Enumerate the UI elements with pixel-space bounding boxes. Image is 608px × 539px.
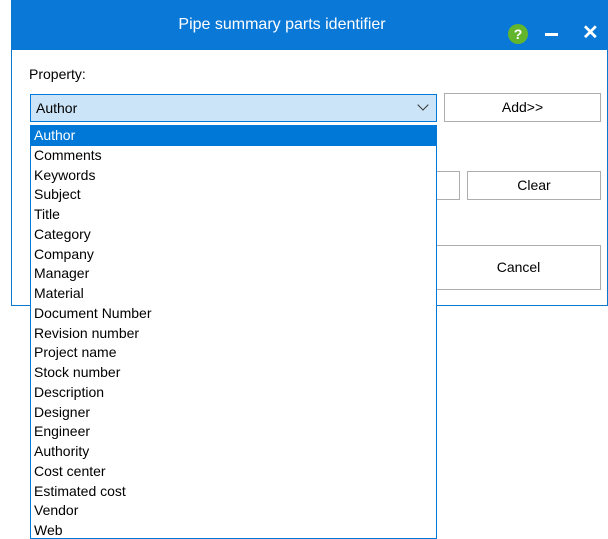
property-combobox[interactable]: Author — [30, 94, 437, 122]
dropdown-option-title[interactable]: Title — [31, 205, 436, 225]
property-dropdown-list[interactable]: Author Comments Keywords Subject Title Catego… — [30, 125, 437, 539]
dropdown-option-author[interactable]: Author — [31, 126, 436, 146]
close-icon[interactable]: ✕ — [582, 21, 599, 45]
dropdown-option-description[interactable]: Description — [31, 383, 436, 403]
dropdown-option-keywords[interactable]: Keywords — [31, 166, 436, 186]
clear-button[interactable]: Clear — [467, 171, 601, 200]
dropdown-option-company[interactable]: Company — [31, 245, 436, 265]
title-bar[interactable]: Pipe summary parts identifier ? ✕ — [12, 0, 608, 50]
dropdown-option-manager[interactable]: Manager — [31, 264, 436, 284]
dropdown-option-stock-number[interactable]: Stock number — [31, 363, 436, 383]
dropdown-option-authority[interactable]: Authority — [31, 442, 436, 462]
dropdown-option-web[interactable]: Web — [31, 521, 436, 538]
dropdown-option-subject[interactable]: Subject — [31, 185, 436, 205]
help-icon[interactable]: ? — [508, 24, 528, 44]
minimize-icon[interactable] — [545, 33, 558, 36]
dropdown-option-material[interactable]: Material — [31, 284, 436, 304]
dropdown-option-category[interactable]: Category — [31, 225, 436, 245]
dropdown-option-revision-number[interactable]: Revision number — [31, 324, 436, 344]
dropdown-option-comments[interactable]: Comments — [31, 146, 436, 166]
window-title: Pipe summary parts identifier — [178, 16, 386, 33]
dropdown-option-document-number[interactable]: Document Number — [31, 304, 436, 324]
chevron-down-icon[interactable] — [417, 99, 429, 111]
dropdown-option-designer[interactable]: Designer — [31, 403, 436, 423]
dropdown-option-estimated-cost[interactable]: Estimated cost — [31, 482, 436, 502]
dropdown-option-engineer[interactable]: Engineer — [31, 422, 436, 442]
value-input[interactable] — [436, 171, 460, 200]
property-selected-value: Author — [36, 100, 78, 116]
cancel-button[interactable]: Cancel — [436, 245, 601, 290]
add-button[interactable]: Add>> — [444, 93, 601, 122]
dropdown-option-vendor[interactable]: Vendor — [31, 501, 436, 521]
dropdown-option-cost-center[interactable]: Cost center — [31, 462, 436, 482]
dropdown-option-project-name[interactable]: Project name — [31, 343, 436, 363]
property-label: Property: — [29, 66, 86, 82]
